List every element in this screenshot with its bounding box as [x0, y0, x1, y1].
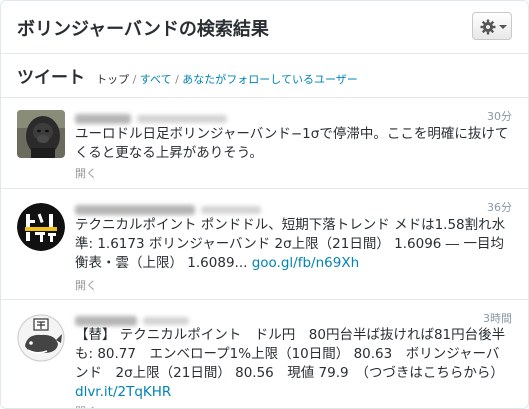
- avatar[interactable]: [17, 110, 65, 158]
- page-title: ボリンジャーバンドの検索結果: [17, 19, 269, 40]
- tweet-link[interactable]: goo.gl/fb/n69Xh: [252, 255, 359, 271]
- filter-separator: /: [129, 73, 140, 86]
- expand-link[interactable]: 開く: [75, 277, 97, 293]
- tweet-author[interactable]: [75, 108, 295, 124]
- tweet-timestamp[interactable]: 30分: [487, 108, 512, 124]
- search-results-panel: ボリンジャーバンドの検索結果 ツイート トップ / すべて / あなたがフォロー…: [0, 0, 529, 409]
- settings-menu-button[interactable]: [472, 12, 512, 40]
- gorilla-photo-avatar: [17, 110, 65, 158]
- tweet-link[interactable]: dlvr.it/2TqKHR: [75, 384, 171, 400]
- gear-icon: [480, 19, 496, 35]
- tweets-filter-bar: ツイート トップ / すべて / あなたがフォローしているユーザー: [17, 63, 358, 88]
- filter-all-link[interactable]: すべて: [140, 73, 172, 86]
- toreplus-logo-avatar: [17, 203, 65, 251]
- tweet-item[interactable]: 30分 ユーロドル日足ボリンジャーバンド−1σで停滞中。ここを明確に抜けてくると…: [1, 97, 528, 188]
- expand-link[interactable]: 開く: [75, 165, 97, 181]
- tweet-body: 【替】 テクニカルポイント ドル円 80円台半ば抜ければ81円台後半も: 80.…: [75, 327, 506, 381]
- tweet-text: 【替】 テクニカルポイント ドル円 80円台半ば抜ければ81円台後半も: 80.…: [75, 326, 512, 402]
- tweet-timestamp[interactable]: 36分: [487, 199, 512, 215]
- filter-following-link[interactable]: あなたがフォローしているユーザー: [182, 73, 357, 86]
- filter-top[interactable]: トップ: [96, 73, 129, 86]
- tweet-author[interactable]: [75, 199, 295, 215]
- tweet-text: ユーロドル日足ボリンジャーバンド−1σで停滞中。ここを明確に抜けてくると更なる上…: [75, 125, 512, 163]
- tweets-heading: ツイート: [17, 68, 85, 88]
- avatar[interactable]: [17, 314, 65, 362]
- tweet-author[interactable]: [75, 310, 295, 326]
- avatar[interactable]: [17, 203, 65, 251]
- whale-logo-avatar: [17, 314, 65, 362]
- tweet-text: テクニカルポイント ポンドドル、短期下落トレンド メドは1.58割れ水準: 1.…: [75, 216, 512, 273]
- filter-links: トップ / すべて / あなたがフォローしているユーザー: [96, 73, 358, 86]
- tweet-timestamp[interactable]: 3時間: [483, 310, 512, 326]
- tweet-item[interactable]: 36分 テクニカルポイント ポンドドル、短期下落トレンド メドは1.58割れ水準…: [1, 188, 528, 299]
- chevron-down-icon: [499, 25, 507, 29]
- expand-link[interactable]: 開く: [75, 403, 97, 408]
- filter-separator: /: [171, 73, 183, 86]
- results-header: ボリンジャーバンドの検索結果: [1, 1, 528, 54]
- tweet-body: ユーロドル日足ボリンジャーバンド−1σで停滞中。ここを明確に抜けてくると更なる上…: [75, 126, 509, 161]
- tweet-item[interactable]: 3時間 【替】 テクニカルポイント ドル円 80円台半ば抜ければ81円台後半も:…: [1, 299, 528, 408]
